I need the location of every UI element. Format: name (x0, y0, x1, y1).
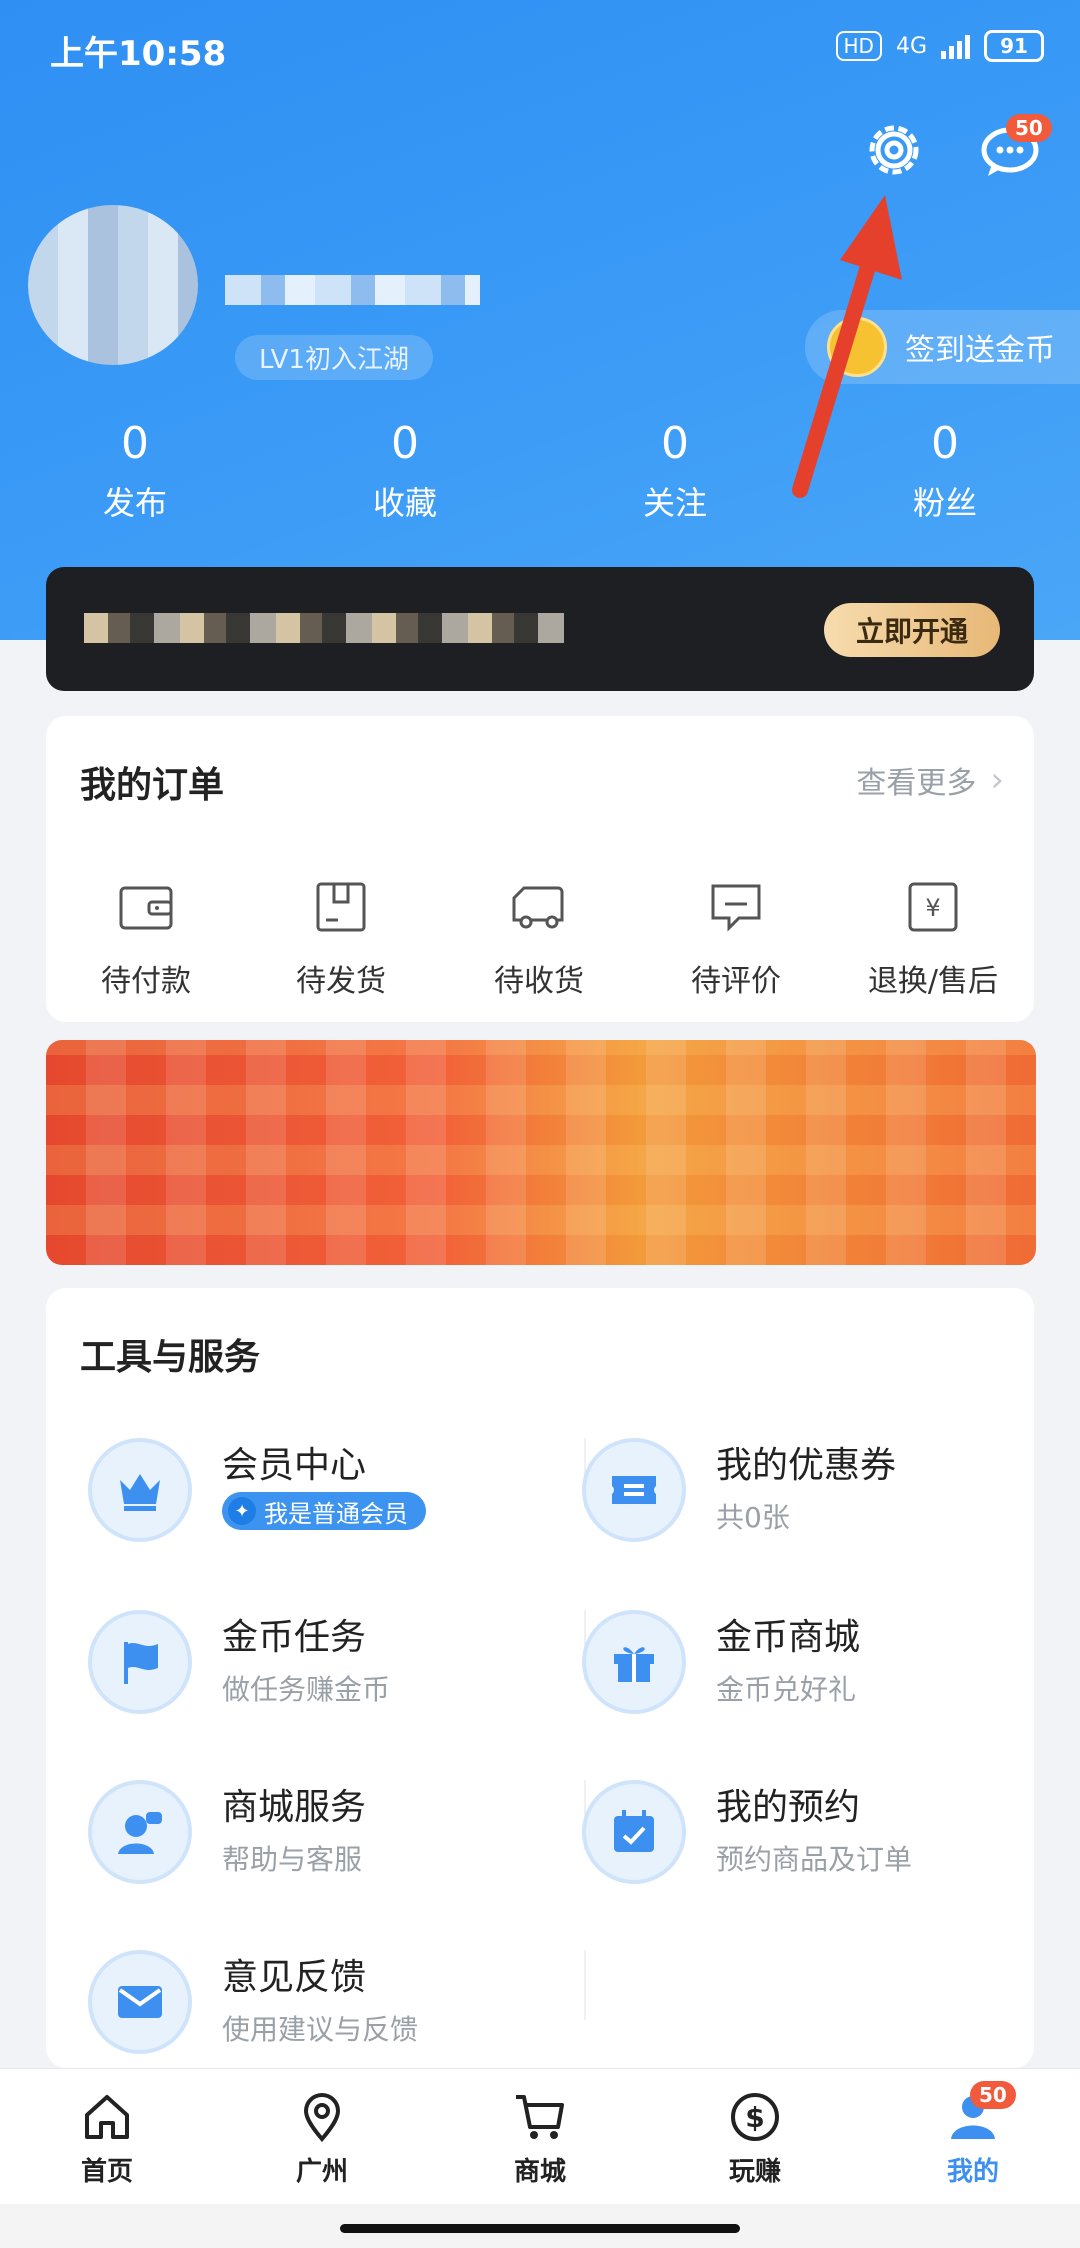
stat-value: 0 (661, 418, 689, 469)
vip-text-blurred (84, 613, 564, 643)
tool-subtitle: 金币兑好礼 (716, 1673, 857, 1706)
nav-city[interactable]: 广州 (247, 2089, 397, 2188)
tool-title: 金币商城 (716, 1617, 861, 1658)
order-label: 待评价 (691, 964, 781, 999)
battery-icon: 91 (984, 30, 1044, 62)
nav-earn[interactable]: $ 玩赚 (680, 2089, 830, 2188)
tool-coin-mall[interactable]: 金币商城 金币兑好礼 (582, 1600, 1022, 1730)
tool-feedback[interactable]: 意见反馈 使用建议与反馈 (88, 1940, 528, 2070)
chevron-right-icon: › (990, 760, 1004, 800)
svg-text:$: $ (745, 2101, 764, 2134)
nav-label: 广州 (295, 2157, 348, 2187)
order-label: 待付款 (101, 964, 191, 999)
flag-icon (88, 1610, 192, 1714)
tool-subtitle: 帮助与客服 (222, 1843, 363, 1876)
settings-gear-icon[interactable] (862, 118, 926, 182)
stat-value: 0 (391, 418, 419, 469)
order-refund-aftersale[interactable]: ¥ 退换/售后 (843, 876, 1023, 1000)
signal-icon (941, 33, 970, 59)
tool-title: 会员中心 (222, 1445, 367, 1486)
comment-icon (711, 884, 761, 932)
nav-label: 我的 (946, 2157, 999, 2187)
battery-level: 91 (1000, 34, 1028, 58)
gift-icon (582, 1610, 686, 1714)
vip-banner[interactable]: 立即开通 (46, 567, 1034, 691)
stat-label: 收藏 (372, 484, 437, 522)
order-pending-shipment[interactable]: 待发货 (251, 876, 431, 1000)
hd-indicator: HD (835, 31, 882, 61)
promo-banner-blurred[interactable] (46, 1040, 1036, 1265)
bottom-nav: 首页 广州 商城 $ 玩赚 我的 50 (0, 2068, 1080, 2205)
wallet-icon (119, 886, 173, 930)
tool-coin-tasks[interactable]: 金币任务 做任务赚金币 (88, 1600, 528, 1730)
crown-icon (88, 1438, 192, 1542)
orders-title: 我的订单 (80, 765, 225, 806)
more-label: 查看更多 (856, 766, 977, 801)
stat-posts[interactable]: 0 发布 (40, 418, 230, 524)
order-pending-receipt[interactable]: 待收货 (449, 876, 629, 1000)
stat-value: 0 (121, 418, 149, 469)
nav-label: 首页 (80, 2157, 133, 2187)
tool-title: 商城服务 (222, 1787, 367, 1828)
calendar-icon (582, 1780, 686, 1884)
tool-subtitle: 做任务赚金币 (222, 1673, 391, 1706)
tool-subtitle: 共0张 (716, 1501, 790, 1534)
svg-text:¥: ¥ (925, 894, 940, 922)
level-badge: LV1初入江湖 (235, 335, 433, 380)
tool-title: 金币任务 (222, 1617, 367, 1658)
tool-subtitle: 预约商品及订单 (716, 1843, 913, 1876)
tool-mall-service[interactable]: 商城服务 帮助与客服 (88, 1770, 528, 1900)
vip-open-button[interactable]: 立即开通 (824, 603, 1000, 657)
nav-home[interactable]: 首页 (32, 2089, 182, 2188)
avatar[interactable] (28, 205, 198, 365)
package-icon (316, 882, 366, 932)
tool-coupons[interactable]: 我的优惠券 共0张 (582, 1428, 1022, 1558)
status-bar-icons: HD 4G 91 (835, 30, 1044, 62)
star-icon: ✦ (228, 1497, 256, 1525)
member-level-text: 我是普通会员 (264, 1499, 408, 1528)
order-label: 退换/售后 (867, 964, 999, 999)
order-label: 待收货 (494, 964, 584, 999)
cart-icon (516, 2095, 564, 2139)
annotation-arrow-icon (792, 195, 902, 498)
location-pin-icon (303, 2093, 341, 2143)
orders-card: 我的订单 查看更多 › 待付款 待发货 待收货 待评价 ¥ 退换/售后 (46, 716, 1034, 1022)
nav-label: 商城 (513, 2157, 566, 2187)
tool-subtitle: 使用建议与反馈 (222, 2013, 419, 2046)
order-pending-review[interactable]: 待评价 (646, 876, 826, 1000)
tools-title: 工具与服务 (80, 1337, 261, 1378)
home-indicator[interactable] (340, 2224, 740, 2233)
tool-reservations[interactable]: 我的预约 预约商品及订单 (582, 1770, 1022, 1900)
truck-icon (512, 886, 564, 929)
tools-card: 工具与服务 会员中心 ✦ 我是普通会员 我的优惠券 共0张 金币任务 做任务赚金… (46, 1288, 1034, 2068)
status-time: 上午10:58 (50, 34, 227, 74)
stat-favorites[interactable]: 0 收藏 (310, 418, 500, 524)
message-badge: 50 (1006, 114, 1052, 142)
order-pending-payment[interactable]: 待付款 (56, 876, 236, 1000)
orders-more-link[interactable]: 查看更多 › (856, 758, 1004, 802)
tool-title: 我的预约 (716, 1787, 861, 1828)
username-blurred (225, 275, 480, 305)
dollar-coin-icon: $ (731, 2093, 779, 2141)
stat-following[interactable]: 0 关注 (580, 418, 770, 524)
tool-title: 我的优惠券 (716, 1445, 897, 1486)
stat-label: 发布 (102, 484, 167, 522)
checkin-label: 签到送金币 (905, 333, 1055, 368)
order-label: 待发货 (296, 964, 386, 999)
mail-icon (88, 1950, 192, 2054)
ticket-icon (582, 1438, 686, 1542)
support-icon (88, 1780, 192, 1884)
member-level-tag: ✦ 我是普通会员 (222, 1492, 426, 1530)
stat-label: 关注 (642, 484, 707, 522)
tool-member-center[interactable]: 会员中心 ✦ 我是普通会员 (88, 1428, 528, 1558)
tool-title: 意见反馈 (222, 1957, 367, 1998)
network-label: 4G (895, 33, 927, 59)
nav-label: 玩赚 (728, 2157, 781, 2187)
refund-icon: ¥ (908, 882, 958, 932)
nav-me-badge: 50 (970, 2081, 1016, 2109)
home-icon (85, 2095, 129, 2139)
nav-mall[interactable]: 商城 (465, 2089, 615, 2188)
